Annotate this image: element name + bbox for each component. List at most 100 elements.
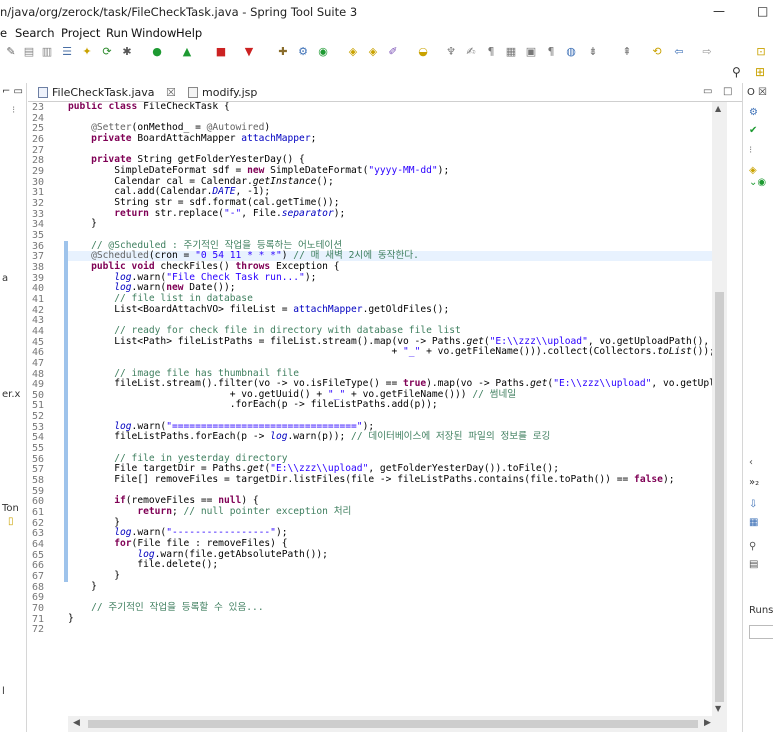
menu-help[interactable]: Help — [176, 26, 202, 40]
save-all-icon[interactable]: ▥ — [40, 45, 54, 59]
code-line[interactable]: log.warn("File Check Task run..."); — [68, 272, 712, 283]
console-search-icon[interactable]: ⚲ — [749, 541, 756, 552]
code-line[interactable]: cal.add(Calendar.DATE, -1); — [68, 187, 712, 197]
code-line[interactable]: String str = sdf.format(cal.getTime()); — [68, 197, 712, 208]
code-line[interactable]: Calendar cal = Calendar.getInstance(); — [68, 176, 712, 187]
code-line[interactable]: log.warn("-----------------"); — [68, 528, 712, 538]
globe-icon[interactable]: ◍ — [564, 45, 578, 59]
code-line[interactable]: for(File file : removeFiles) { — [68, 539, 712, 549]
code-line[interactable]: return str.replace("-", File.separator); — [68, 208, 712, 219]
code-line[interactable]: log.warn(new Date()); — [68, 283, 712, 293]
vertical-scroll-thumb[interactable] — [715, 292, 724, 702]
code-line[interactable]: return; // null pointer exception 처리 — [68, 507, 712, 517]
code-line[interactable]: public void checkFiles() throws Exceptio… — [68, 261, 712, 272]
explorer-menu-icon[interactable]: ⌐ ▭ — [2, 86, 23, 97]
search-folder-icon[interactable]: ◒ — [416, 45, 430, 59]
menu-run[interactable]: Run — [106, 26, 128, 40]
code-line[interactable]: private String getFolderYesterDay() { — [68, 155, 712, 165]
menu-edit[interactable]: e — [0, 26, 7, 40]
code-line[interactable] — [68, 358, 712, 368]
console-icon[interactable]: ▦ — [749, 517, 758, 528]
explorer-item-l[interactable]: l — [2, 686, 5, 697]
forward-icon[interactable]: ⇨ — [700, 45, 714, 59]
menu-search[interactable]: Search — [15, 26, 55, 40]
code-line[interactable]: } — [68, 517, 712, 528]
outline-more-icon[interactable]: ⁝ — [749, 145, 752, 156]
debug-icon[interactable]: ✱ — [120, 45, 134, 59]
search-icon[interactable]: ⚲ — [732, 65, 741, 79]
close-tab-icon[interactable]: ☒ — [166, 86, 176, 99]
code-line[interactable]: + "_" + vo.getFileName())).collect(Colle… — [68, 347, 712, 357]
explorer-item-a[interactable]: a — [2, 273, 8, 284]
open-folder-icon[interactable]: ◈ — [346, 45, 360, 59]
code-line[interactable]: // 주기적인 작업을 등록할 수 있음... — [68, 603, 712, 613]
prev-annotation-icon[interactable]: ⇞ — [620, 45, 634, 59]
code-line[interactable] — [68, 315, 712, 325]
next-annotation-icon[interactable]: ⇟ — [586, 45, 600, 59]
external-tools-icon[interactable]: ▼ — [242, 45, 256, 59]
outline-method-icon[interactable]: ⌄◉ — [749, 177, 766, 188]
scroll-up-icon[interactable]: ▲ — [715, 104, 721, 113]
code-line[interactable]: File[] removeFiles = targetDir.listFiles… — [68, 475, 712, 485]
code-line[interactable]: // file in yesterday directory — [68, 453, 712, 464]
code-line[interactable]: .forEach(p -> fileListPaths.add(p)); — [68, 400, 712, 410]
explorer-item-ton[interactable]: Ton — [2, 503, 19, 514]
menu-project[interactable]: Project — [61, 26, 100, 40]
code-line[interactable]: if(removeFiles == null) { — [68, 496, 712, 506]
code-line[interactable] — [68, 411, 712, 421]
menu-window[interactable]: Window — [131, 26, 176, 40]
open-perspective-icon[interactable]: ⊞ — [755, 65, 765, 79]
vertical-scrollbar[interactable]: ▲ ▼ — [712, 102, 727, 716]
scroll-right-icon[interactable]: ▶ — [704, 718, 711, 728]
code-line[interactable]: // @Scheduled : 주기적인 작업을 등록하는 어노테이션 — [68, 240, 712, 251]
code-line[interactable]: public class FileCheckTask { — [68, 102, 712, 112]
code-line[interactable] — [68, 624, 712, 634]
code-line[interactable]: @Setter(onMethod_ = @Autowired) — [68, 123, 712, 133]
code-line[interactable]: List<Path> fileListPaths = fileList.stre… — [68, 336, 712, 347]
annotation-icon[interactable]: ✍ — [464, 45, 478, 59]
code-line[interactable]: log.warn(file.getAbsolutePath()); — [68, 549, 712, 560]
new-icon[interactable]: ✎ — [4, 45, 18, 59]
code-line[interactable]: + vo.getUuid() + "_" + vo.getFileName())… — [68, 389, 712, 400]
code-line[interactable]: @Scheduled(cron = "0 54 11 * * *") // 매 … — [68, 251, 712, 262]
block-icon[interactable]: ▣ — [524, 45, 538, 59]
stop-icon[interactable]: ■ — [214, 45, 228, 59]
code-line[interactable]: fileList.stream().filter(vo -> vo.isFile… — [68, 379, 712, 389]
code-line[interactable]: } — [68, 571, 712, 581]
whitespace-icon[interactable]: ¶ — [484, 45, 498, 59]
pin-icon[interactable]: ♆ — [444, 45, 458, 59]
back-icon[interactable]: ⇦ — [672, 45, 686, 59]
new-package-icon[interactable]: ⚙ — [296, 45, 310, 59]
console-tab-icon[interactable]: »₂ — [749, 477, 759, 488]
code-line[interactable]: File targetDir = Paths.get("E:\\zzz\\upl… — [68, 464, 712, 474]
scroll-down-icon[interactable]: ▼ — [715, 704, 721, 713]
print-icon[interactable]: ☰ — [60, 45, 74, 59]
code-line[interactable] — [68, 113, 712, 123]
code-line[interactable] — [68, 592, 712, 602]
outline-class-icon[interactable]: ✔ — [749, 125, 757, 136]
save-icon[interactable]: ▤ — [22, 45, 36, 59]
code-line[interactable]: // ready for check file in directory wit… — [68, 325, 712, 336]
maximize-editor-icon[interactable]: □ — [723, 86, 732, 97]
tab-filechecktask[interactable]: FileCheckTask.java ☒ — [38, 85, 176, 101]
code-line[interactable]: } — [68, 581, 712, 592]
code-line[interactable]: } — [68, 613, 712, 624]
console-toolbar-icon[interactable]: ⇩ — [749, 499, 757, 510]
outline-tab-icon[interactable]: O ☒ — [747, 87, 767, 98]
refresh-icon[interactable]: ⟳ — [100, 45, 114, 59]
code-line[interactable]: List<BoardAttachVO> fileList = attachMap… — [68, 304, 712, 315]
run-icon[interactable]: ● — [150, 45, 164, 59]
perspective-icon[interactable]: ⊡ — [754, 45, 768, 59]
outline-collapse-icon[interactable]: ‹ — [749, 457, 753, 468]
runs-input[interactable] — [749, 625, 773, 639]
maximize-button[interactable]: □ — [757, 4, 768, 18]
run-app-icon[interactable]: ▲ — [180, 45, 194, 59]
tab-modify-jsp[interactable]: modify.jsp — [188, 85, 257, 101]
scroll-left-icon[interactable]: ◀ — [73, 718, 80, 728]
code-line[interactable]: // image file has thumbnail file — [68, 368, 712, 379]
code-line[interactable]: private BoardAttachMapper attachMapper; — [68, 133, 712, 144]
toggle-icon[interactable]: ▦ — [504, 45, 518, 59]
last-edit-icon[interactable]: ⟲ — [650, 45, 664, 59]
code-line[interactable]: } — [68, 219, 712, 229]
code-line[interactable]: // file list in database — [68, 293, 712, 304]
